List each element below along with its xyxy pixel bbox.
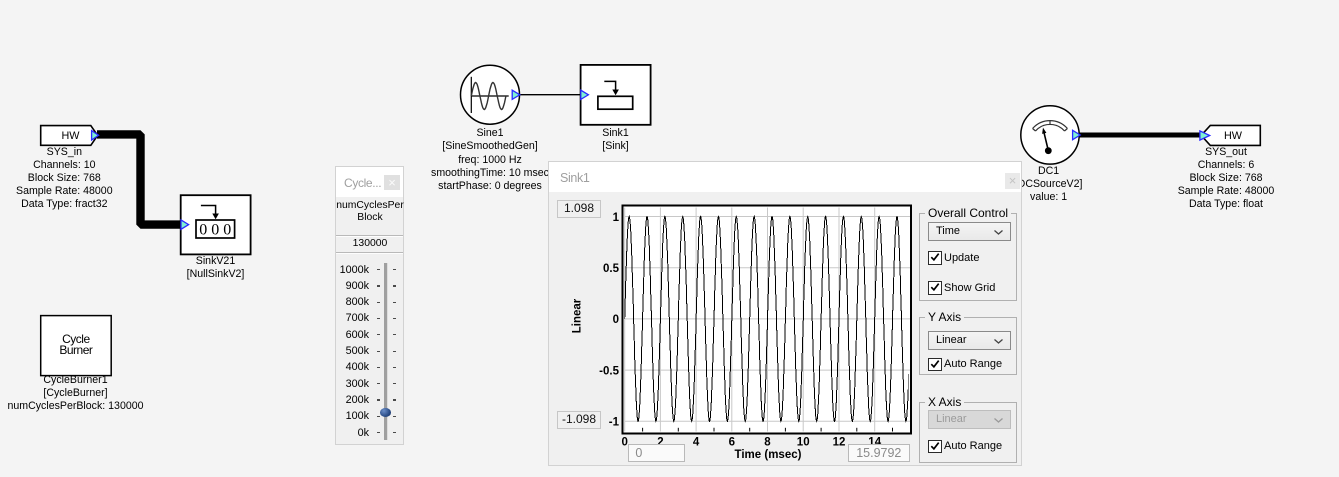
svg-text:6: 6 (729, 437, 735, 449)
svg-text:0 0 0: 0 0 0 (199, 221, 231, 238)
svg-text:10: 10 (797, 437, 810, 449)
svg-text:8: 8 (764, 437, 771, 449)
svg-text:-0.5: -0.5 (599, 365, 619, 377)
svg-text:1: 1 (613, 212, 620, 224)
svg-text:0.5: 0.5 (603, 263, 620, 275)
svg-text:HW: HW (1224, 130, 1243, 142)
svg-text:12: 12 (833, 437, 846, 449)
svg-text:0: 0 (613, 314, 619, 326)
svg-text:-1: -1 (609, 417, 620, 429)
svg-text:Time (msec): Time (msec) (735, 449, 802, 461)
svg-text:Linear: Linear (572, 298, 584, 333)
svg-text:0: 0 (621, 437, 627, 449)
svg-text:4: 4 (693, 437, 700, 449)
svg-text:HW: HW (62, 130, 81, 142)
